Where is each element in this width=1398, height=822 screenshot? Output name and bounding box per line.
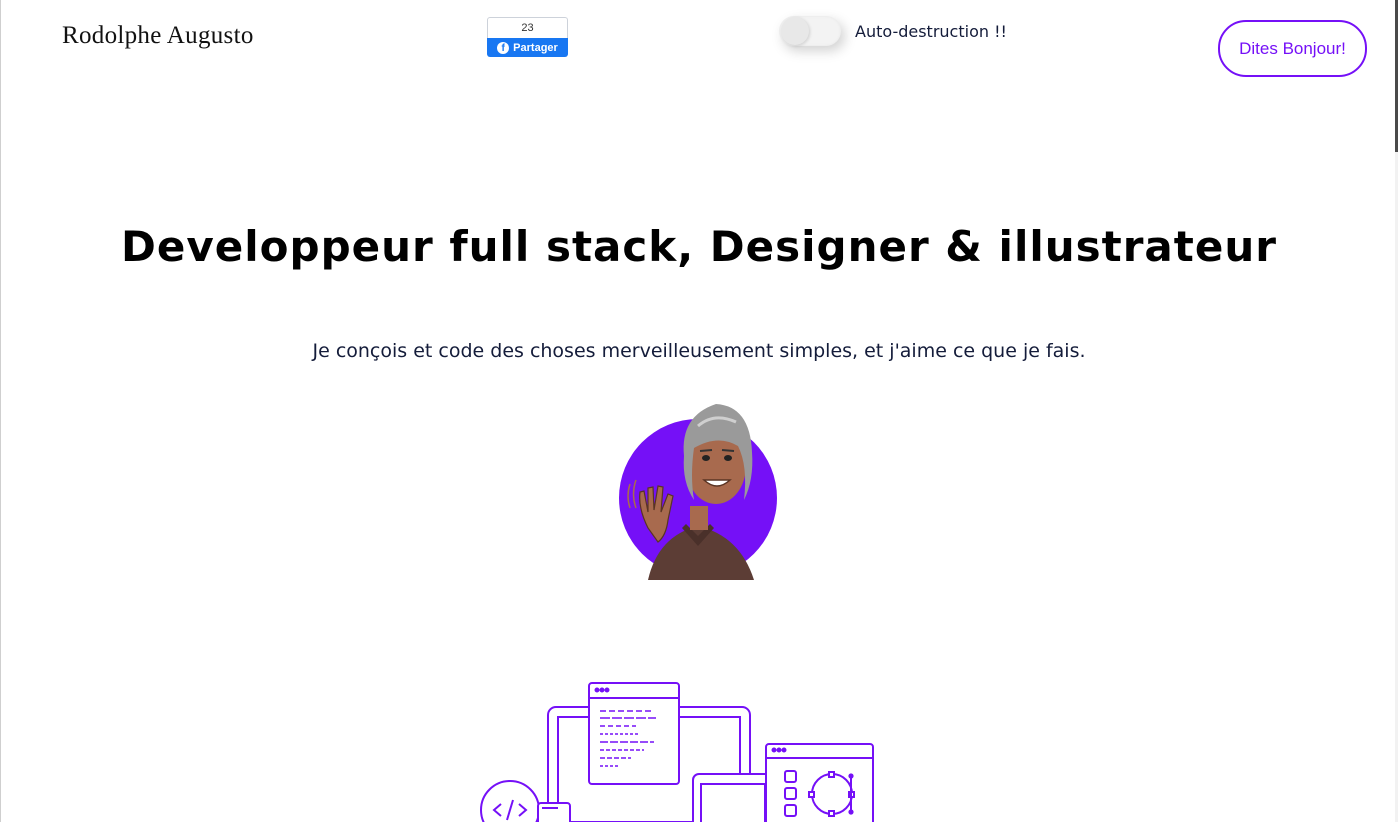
hero-title: Developpeur full stack, Designer & illus… [121, 222, 1277, 271]
hero-subtitle: Je conçois et code des choses merveilleu… [312, 340, 1086, 362]
say-hello-button[interactable]: Dites Bonjour! [1218, 20, 1367, 77]
self-destruct-control: Auto-destruction !! [779, 16, 1007, 46]
site-header: Rodolphe Augusto 23 f Partager Auto-dest… [0, 0, 1398, 90]
page-border [0, 0, 1, 822]
share-count: 23 [487, 17, 568, 38]
toggle-knob [781, 17, 809, 45]
avatar-image [618, 396, 778, 580]
facebook-icon: f [497, 41, 510, 54]
self-destruct-toggle[interactable] [779, 16, 841, 46]
facebook-share-button[interactable]: f Partager [487, 38, 568, 57]
share-label: Partager [513, 41, 558, 54]
site-logo[interactable]: Rodolphe Augusto [62, 22, 254, 50]
devices-illustration [478, 680, 878, 822]
facebook-share-widget[interactable]: 23 f Partager [487, 17, 568, 57]
self-destruct-label: Auto-destruction !! [855, 21, 1007, 41]
